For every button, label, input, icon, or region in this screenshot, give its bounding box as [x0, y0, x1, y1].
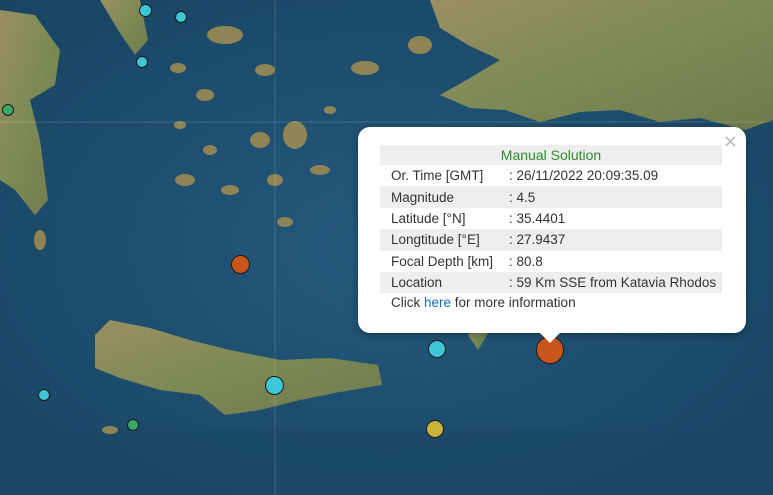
table-row: Or. Time [GMT] : 26/11/2022 20:09:35.09	[380, 165, 722, 186]
earthquake-marker[interactable]	[139, 4, 152, 17]
earthquake-marker[interactable]	[426, 420, 444, 438]
table-row: Latitude [°N] : 35.4401	[380, 208, 722, 229]
row-label: Magnitude	[380, 186, 509, 208]
earthquake-marker[interactable]	[231, 255, 250, 274]
earthquake-marker[interactable]	[428, 340, 446, 358]
row-value: : 27.9437	[509, 229, 722, 251]
popup-pointer	[539, 332, 561, 343]
row-value: : 80.8	[509, 253, 543, 269]
details-table: Or. Time [GMT] : 26/11/2022 20:09:35.09 …	[380, 165, 722, 294]
row-label: Longtitude [°E]	[380, 229, 509, 251]
deep-sea	[0, 430, 773, 495]
more-info-link[interactable]: here	[424, 295, 451, 310]
row-label: Location	[380, 271, 509, 294]
more-info-text: Click here for more information	[380, 295, 722, 310]
table-row: Focal Depth [km] : 80.8	[380, 251, 722, 272]
earthquake-marker[interactable]	[136, 56, 148, 68]
row-value: : 35.4401	[509, 210, 566, 226]
popup-title: Manual Solution	[380, 145, 722, 165]
row-value: : 59 Km SSE from Katavia Rhodos	[509, 271, 722, 294]
earthquake-marker[interactable]	[127, 419, 139, 431]
more-prefix: Click	[391, 295, 424, 311]
more-suffix: for more information	[451, 295, 576, 311]
info-popup: × Manual Solution Or. Time [GMT] : 26/11…	[358, 127, 746, 333]
row-label: Focal Depth [km]	[391, 253, 494, 269]
row-value: : 26/11/2022 20:09:35.09	[509, 168, 659, 184]
row-value: : 4.5	[509, 186, 722, 208]
row-label: Latitude [°N]	[391, 210, 466, 226]
row-label: Or. Time [GMT]	[391, 168, 484, 184]
earthquake-marker[interactable]	[175, 11, 187, 23]
table-row: Magnitude : 4.5	[380, 186, 722, 208]
earthquake-marker[interactable]	[38, 389, 50, 401]
table-row: Longtitude [°E] : 27.9437	[380, 229, 722, 251]
earthquake-marker[interactable]	[265, 376, 284, 395]
table-row: Location : 59 Km SSE from Katavia Rhodos	[380, 271, 722, 294]
earthquake-marker[interactable]	[2, 104, 14, 116]
close-icon[interactable]: ×	[723, 131, 738, 152]
